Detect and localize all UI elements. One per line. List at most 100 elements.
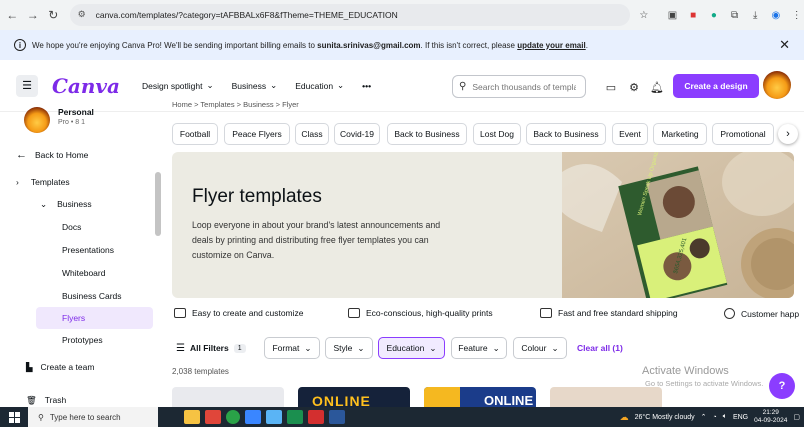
puzzle-icon[interactable]: ⧉ [727, 7, 742, 23]
clear-all-link[interactable]: Clear all (1) [577, 343, 623, 353]
app-icon[interactable] [287, 410, 303, 424]
sidebar-item-flyers[interactable]: Flyers [36, 307, 153, 329]
chevron-down-icon: ⌄ [270, 80, 278, 90]
sidebar-item-business[interactable]: ⌄ Business [0, 193, 150, 215]
hero-banner: Flyer templates Loop everyone in about y… [172, 152, 794, 298]
chip-peace-flyers[interactable]: Peace Flyers [224, 123, 290, 145]
chip-marketing[interactable]: Marketing [653, 123, 707, 145]
windows-start-icon[interactable] [0, 407, 28, 427]
search-input[interactable] [472, 81, 577, 92]
browser-toolbar: ← → ↻ ⚙ canva.com/templates/?category=tA… [0, 0, 804, 30]
page-title: Flyer templates [192, 186, 322, 207]
chevron-down-icon: ⌄ [304, 342, 312, 353]
volume-icon[interactable]: 🔈︎ [723, 413, 727, 421]
back-to-home[interactable]: ← Back to Home [0, 144, 150, 166]
style-dropdown[interactable]: Style ⌄ [325, 337, 373, 359]
pdf-icon[interactable] [308, 410, 324, 424]
print-icon [348, 308, 360, 318]
forward-arrow-icon[interactable]: → [25, 6, 42, 24]
site-settings-icon[interactable]: ⚙ [78, 9, 90, 21]
settings-gear-icon[interactable]: ⚙ [626, 79, 642, 95]
app-icon[interactable] [205, 410, 221, 424]
menu-dots-icon[interactable]: ⋮ [789, 7, 804, 23]
chip-football[interactable]: Football [172, 123, 218, 145]
sidebar-item-create-team[interactable]: ▙ Create a team [0, 356, 150, 378]
chevron-right-icon[interactable]: › [778, 124, 798, 144]
windows-activation-sub: Go to Settings to activate Windows. [645, 379, 764, 388]
weather-text[interactable]: 26°C Mostly cloudy [635, 414, 695, 421]
sidebar-item-presentations[interactable]: Presentations [0, 239, 150, 261]
chip-back-to-business[interactable]: Back to Business [387, 123, 467, 145]
sidebar-item-prototypes[interactable]: Prototypes [0, 329, 150, 351]
create-design-button[interactable]: Create a design [673, 74, 759, 98]
sidebar-item-templates[interactable]: › Templates [0, 171, 150, 193]
education-dropdown[interactable]: Education ⌄ [378, 337, 445, 359]
hero-illustration: Women Speak Up Organization $654,325,401 [562, 152, 794, 298]
bookmark-star-icon[interactable]: ☆ [636, 7, 651, 23]
network-icon[interactable]: ◔ [713, 414, 717, 421]
chip-promotional[interactable]: Promotional [712, 123, 774, 145]
chevron-down-icon: ⌄ [492, 342, 500, 353]
weather-icon[interactable]: ☁ [620, 412, 629, 423]
nav-business[interactable]: Business ⌄ [232, 80, 278, 91]
back-arrow-icon[interactable]: ← [4, 6, 21, 24]
template-thumbnail[interactable] [172, 387, 284, 407]
feature-dropdown[interactable]: Feature ⌄ [451, 337, 507, 359]
app-icon[interactable] [245, 410, 261, 424]
arrow-left-icon: ← [16, 149, 27, 161]
windows-taskbar: ⚲ Type here to search ☁ 26°C Mostly clou… [0, 407, 804, 427]
sidebar-item-business-cards[interactable]: Business Cards [0, 285, 150, 307]
word-icon[interactable] [329, 410, 345, 424]
chrome-icon[interactable] [226, 410, 240, 424]
sidebar-user-name[interactable]: Personal [58, 107, 94, 117]
template-count: 2,038 templates [172, 367, 229, 376]
file-explorer-icon[interactable] [184, 410, 200, 424]
monitor-icon[interactable]: ▭ [603, 79, 619, 95]
extension-green-icon[interactable]: ● [707, 7, 722, 23]
avatar[interactable] [763, 71, 791, 99]
extension-red-icon[interactable]: ■ [686, 7, 701, 23]
format-dropdown[interactable]: Format ⌄ [264, 337, 320, 359]
notification-icon[interactable]: ▢ [793, 413, 800, 421]
sidebar-item-whiteboard[interactable]: Whiteboard [0, 262, 150, 284]
extension-icon[interactable]: ▣ [665, 7, 680, 23]
download-icon[interactable]: ⤓ [748, 7, 763, 23]
sidebar-scrollbar[interactable] [155, 172, 161, 236]
help-button[interactable]: ? [769, 373, 795, 399]
reload-icon[interactable]: ↻ [45, 6, 62, 24]
colour-dropdown[interactable]: Colour ⌄ [513, 337, 567, 359]
chip-lost-dog[interactable]: Lost Dog [473, 123, 521, 145]
features-strip: Easy to create and customize Eco-conscio… [172, 308, 804, 330]
feature-easy: Easy to create and customize [174, 308, 304, 318]
filter-count-badge: 1 [233, 343, 246, 353]
nav-design-spotlight[interactable]: Design spotlight ⌄ [142, 80, 214, 91]
nav-education[interactable]: Education ⌄ [295, 80, 344, 91]
template-thumbnail[interactable] [550, 387, 662, 407]
chip-class[interactable]: Class [295, 123, 329, 145]
layout-icon [174, 308, 186, 318]
chip-covid[interactable]: Covid-19 [334, 123, 380, 145]
chevron-up-icon[interactable]: ⌃ [701, 413, 707, 421]
app-icon[interactable] [266, 410, 282, 424]
template-thumbnail[interactable]: ONLINE [298, 387, 410, 407]
profile-icon[interactable]: ◉ [769, 7, 784, 23]
close-icon[interactable]: ✕ [779, 37, 790, 53]
taskbar-search[interactable]: ⚲ Type here to search [28, 407, 158, 427]
address-bar[interactable]: ⚙ canva.com/templates/?category=tAFBBALx… [69, 4, 631, 26]
sidebar-item-docs[interactable]: Docs [0, 216, 150, 238]
chip-back-to-business-2[interactable]: Back to Business [526, 123, 606, 145]
menu-icon[interactable]: ☰ [16, 74, 38, 97]
search-box[interactable]: ⚲ [452, 75, 586, 98]
chip-event[interactable]: Event [612, 123, 648, 145]
nav-more[interactable]: ••• [362, 81, 371, 91]
language-indicator[interactable]: ENG [733, 414, 748, 421]
all-filters-button[interactable]: ☰ All Filters 1 [172, 337, 258, 359]
clock[interactable]: 21:29 04-09-2024 [754, 409, 787, 425]
bell-icon[interactable]: 🔔︎ [649, 79, 665, 95]
update-email-link[interactable]: update your email [517, 41, 585, 50]
template-thumbnail[interactable]: ONLINE [424, 387, 536, 407]
sidebar-avatar[interactable] [24, 107, 50, 133]
breadcrumb[interactable]: Home > Templates > Business > Flyer [172, 100, 299, 109]
canva-logo[interactable]: Canva [52, 74, 120, 98]
hero-description: Loop everyone in about your brand's late… [192, 220, 441, 260]
